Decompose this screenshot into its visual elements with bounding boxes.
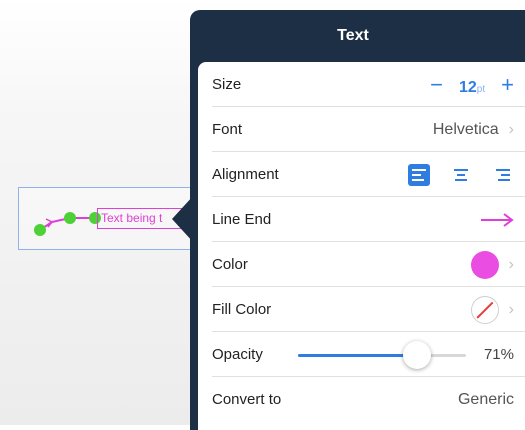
open-arrow-icon	[481, 212, 514, 227]
size-unit: pt	[476, 83, 486, 95]
convert-to-label: Convert to	[212, 391, 282, 408]
size-value: 12pt	[459, 78, 486, 96]
properties-list: Size − 12pt + Font Helvetica › Alignment	[198, 62, 525, 430]
size-row: Size − 12pt +	[198, 62, 525, 107]
color-row[interactable]: Color ›	[198, 242, 525, 287]
align-right-icon	[496, 168, 510, 181]
fill-color-row[interactable]: Fill Color ›	[198, 287, 525, 332]
chevron-right-icon: ›	[508, 120, 514, 138]
convert-to-value: Generic	[457, 390, 514, 408]
line-end-row[interactable]: Line End	[198, 197, 525, 242]
opacity-label: Opacity	[212, 346, 263, 363]
line-end-label: Line End	[212, 211, 272, 228]
increase-size-button[interactable]: +	[501, 72, 514, 98]
no-fill-swatch-icon	[470, 295, 499, 324]
size-label: Size	[212, 76, 242, 93]
opacity-slider-thumb[interactable]	[403, 340, 432, 369]
opacity-slider[interactable]	[297, 340, 466, 370]
align-right-button[interactable]	[492, 164, 514, 186]
opacity-value: 71%	[483, 346, 514, 363]
font-label: Font	[212, 121, 243, 138]
size-stepper: − 12pt +	[430, 72, 514, 98]
align-left-icon	[412, 168, 426, 181]
font-value: Helvetica	[432, 120, 499, 138]
color-label: Color	[212, 256, 248, 273]
fill-color-label: Fill Color	[212, 301, 272, 318]
align-center-button[interactable]	[450, 164, 472, 186]
chevron-right-icon: ›	[508, 255, 514, 273]
chevron-right-icon: ›	[508, 300, 514, 318]
font-row[interactable]: Font Helvetica ›	[198, 107, 525, 152]
alignment-row: Alignment	[198, 152, 525, 197]
opacity-row: Opacity 71%	[198, 332, 525, 377]
align-left-button[interactable]	[408, 163, 430, 186]
callout-handle-knee	[64, 212, 76, 224]
alignment-label: Alignment	[212, 166, 279, 183]
callout-handle-start	[34, 224, 46, 236]
text-properties-popover: Text Size − 12pt + Font Helvetica › Alig…	[190, 10, 525, 430]
convert-to-row[interactable]: Convert to Generic	[198, 377, 525, 422]
popover-title: Text	[337, 27, 369, 44]
opacity-slider-fill	[297, 353, 418, 357]
decrease-size-button[interactable]: −	[430, 72, 443, 98]
color-swatch	[470, 250, 499, 279]
align-center-icon	[454, 168, 468, 181]
